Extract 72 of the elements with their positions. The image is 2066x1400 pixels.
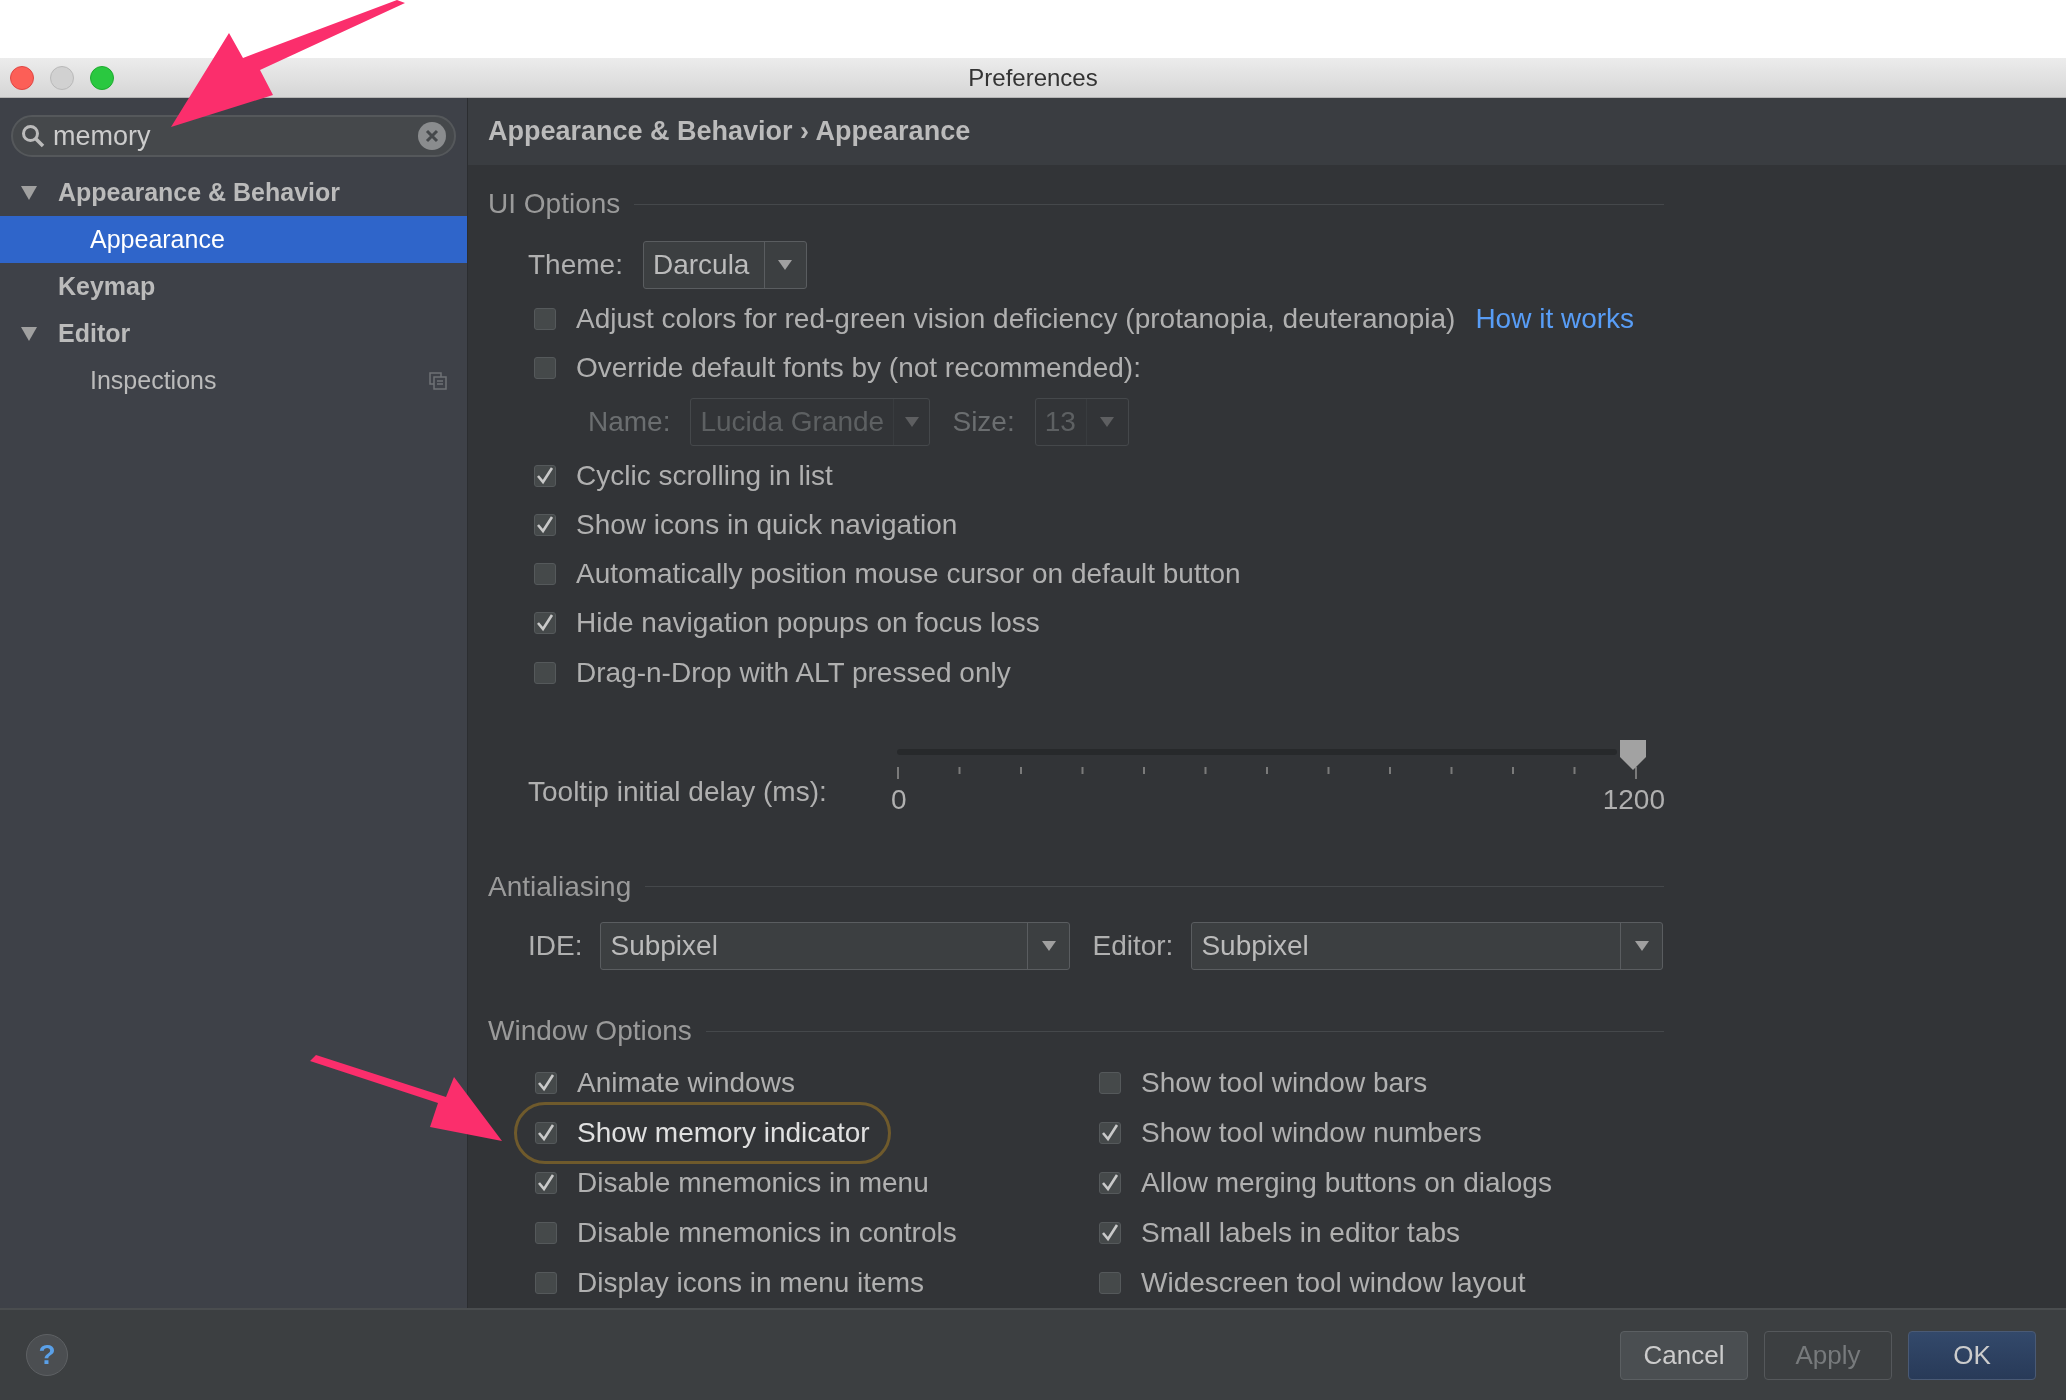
checkbox[interactable] <box>535 1122 557 1144</box>
checkbox[interactable] <box>1099 1072 1121 1094</box>
option-label: Show tool window numbers <box>1141 1116 1482 1150</box>
checkbox[interactable] <box>535 1172 557 1194</box>
slider-thumb[interactable] <box>1617 738 1649 771</box>
tree-item[interactable]: Appearance & Behavior <box>0 169 467 216</box>
expand-triangle-icon[interactable] <box>21 185 37 200</box>
tree-item[interactable]: Appearance <box>0 216 467 263</box>
checkbox[interactable] <box>534 563 556 586</box>
name-label: Name: <box>588 404 671 439</box>
caret-icon <box>1634 941 1649 952</box>
checkbox[interactable] <box>534 514 556 537</box>
dialog-button[interactable]: Cancel <box>1620 1330 1748 1380</box>
search-field[interactable]: memory <box>11 115 456 157</box>
checkbox[interactable] <box>534 464 556 487</box>
caret-icon <box>778 259 793 270</box>
option-label: Show memory indicator <box>577 1116 870 1150</box>
option-label: Animate windows <box>577 1066 795 1100</box>
checkbox[interactable] <box>535 1222 557 1244</box>
checkbox[interactable] <box>1099 1172 1121 1194</box>
caret-icon <box>904 416 919 427</box>
option-label: Show icons in quick navigation <box>576 508 958 543</box>
checkbox[interactable] <box>1099 1222 1121 1244</box>
checkbox[interactable] <box>534 612 556 635</box>
zoom-button[interactable] <box>90 66 114 90</box>
option-label: Disable mnemonics in controls <box>577 1216 957 1250</box>
option-label: Drag-n-Drop with ALT pressed only <box>576 655 1011 690</box>
option-label: Hide navigation popups on focus loss <box>576 606 1040 641</box>
option-label: Adjust colors for red-green vision deficiency (protanopia, deuteranopia) <box>576 301 1456 336</box>
option-label: Allow merging buttons on dialogs <box>1141 1166 1552 1200</box>
checkbox[interactable] <box>1099 1122 1121 1144</box>
tree-item[interactable]: Inspections <box>0 357 467 404</box>
caret-icon <box>1041 941 1056 952</box>
checkbox[interactable] <box>535 1272 557 1294</box>
section-title: UI Options <box>488 187 621 221</box>
section-title: Antialiasing <box>488 870 632 904</box>
option-label: Small labels in editor tabs <box>1141 1216 1461 1250</box>
checkbox[interactable] <box>535 1072 557 1094</box>
option-label: Show tool window bars <box>1141 1066 1428 1100</box>
tree-item[interactable]: Keymap <box>0 263 467 310</box>
size-label: Size: <box>952 404 1015 439</box>
caret-icon <box>1100 416 1115 427</box>
clear-icon[interactable] <box>418 122 446 150</box>
section-title: Window Options <box>488 1014 692 1048</box>
option-label: Disable mnemonics in menu <box>577 1166 929 1200</box>
help-button[interactable]: ? <box>26 1334 68 1376</box>
expand-triangle-icon[interactable] <box>21 326 37 341</box>
editor-label: Editor: <box>1092 929 1174 964</box>
breadcrumb: Appearance & Behavior › Appearance <box>488 115 971 149</box>
checkbox[interactable] <box>534 356 556 379</box>
dialog-button[interactable]: OK <box>1908 1330 2036 1380</box>
checkbox[interactable] <box>1099 1272 1121 1294</box>
dropdown[interactable]: Subpixel <box>1191 922 1664 971</box>
slider-label: Tooltip initial delay (ms): <box>528 774 828 809</box>
option-label: Cyclic scrolling in list <box>576 458 833 493</box>
slider-max-label: 1200 <box>1602 782 1665 817</box>
tree-item[interactable]: Editor <box>0 310 467 357</box>
option-label: Automatically position mouse cursor on default button <box>576 557 1241 592</box>
theme-label: Theme: <box>528 247 623 282</box>
option-label: Widescreen tool window layout <box>1141 1266 1526 1300</box>
slider-min-label: 0 <box>890 782 907 817</box>
checkbox[interactable] <box>534 307 556 330</box>
window-title: Preferences <box>968 62 1098 93</box>
option-label: Override default fonts by (not recommended): <box>576 350 1141 385</box>
search-icon <box>21 124 45 148</box>
link[interactable]: How it works <box>1475 297 1635 340</box>
close-button[interactable] <box>10 66 34 90</box>
checkbox[interactable] <box>534 661 556 684</box>
ide-label: IDE: <box>528 929 583 964</box>
option-label: Display icons in menu items <box>577 1266 925 1300</box>
dropdown[interactable]: Subpixel <box>600 922 1071 971</box>
dropdown[interactable]: Darcula <box>642 240 807 289</box>
